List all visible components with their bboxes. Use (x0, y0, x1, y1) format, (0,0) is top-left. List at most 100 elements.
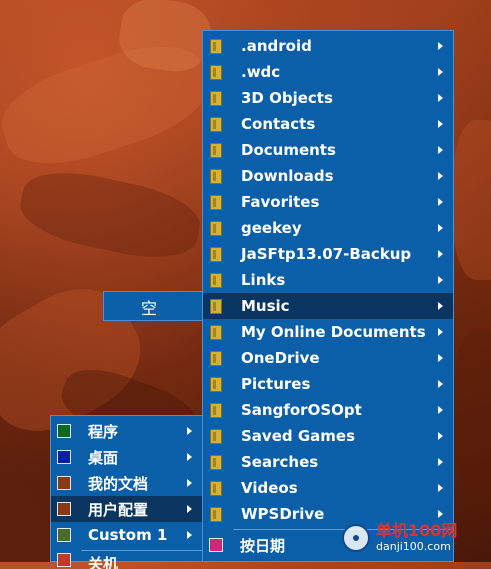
sort-by-date-label: 按日期 (240, 536, 286, 555)
submenu-arrow-icon (187, 531, 192, 539)
folder-icon (210, 194, 222, 210)
folder-icon (210, 220, 222, 236)
submenu-arrow-icon (438, 380, 443, 388)
submenu-arrow-icon (438, 120, 443, 128)
submenu-arrow-icon (438, 250, 443, 258)
folder-item-label: OneDrive (241, 349, 320, 367)
submenu-arrow-icon (438, 432, 443, 440)
submenu-arrow-icon (438, 172, 443, 180)
main-menu-item-label: 桌面 (88, 448, 119, 467)
folder-item-label: Saved Games (241, 427, 356, 445)
folder-icon (210, 324, 222, 340)
folder-item-label: Pictures (241, 375, 311, 393)
folder-item[interactable]: Favorites (203, 189, 453, 215)
folder-item[interactable]: Documents (203, 137, 453, 163)
folder-item[interactable]: My Online Documents (203, 319, 453, 345)
submenu-arrow-icon (438, 224, 443, 232)
main-menu-item-icon (57, 528, 71, 542)
empty-submenu: 空 (103, 291, 203, 321)
folder-item[interactable]: Saved Games (203, 423, 453, 449)
folder-item-label: SangforOSOpt (241, 401, 362, 419)
folder-item[interactable]: .android (203, 33, 453, 59)
folder-item[interactable]: OneDrive (203, 345, 453, 371)
submenu-arrow-icon (187, 427, 192, 435)
watermark-url: danji100.com (376, 540, 451, 553)
main-menu-item[interactable]: 桌面 (51, 444, 202, 470)
folder-icon (210, 142, 222, 158)
submenu-arrow-icon (438, 276, 443, 284)
folder-item-label: Searches (241, 453, 319, 471)
folder-icon (210, 376, 222, 392)
main-menu-item-icon (57, 502, 71, 516)
folder-item[interactable]: Searches (203, 449, 453, 475)
folder-icon (210, 350, 222, 366)
main-menu-item[interactable]: 程序 (51, 418, 202, 444)
folder-item-label: Downloads (241, 167, 334, 185)
folder-item[interactable]: 3D Objects (203, 85, 453, 111)
folder-item[interactable]: .wdc (203, 59, 453, 85)
main-menu-item-partial[interactable]: 关机 (51, 553, 202, 569)
folder-icon (210, 480, 222, 496)
submenu-arrow-icon (187, 505, 192, 513)
submenu-arrow-icon (438, 510, 443, 518)
folder-item[interactable]: Contacts (203, 111, 453, 137)
folder-item[interactable]: SangforOSOpt (203, 397, 453, 423)
folder-icon (210, 168, 222, 184)
folder-icon (210, 38, 222, 54)
main-menu-item[interactable]: 用户配置 (51, 496, 202, 522)
folder-item[interactable]: Pictures (203, 371, 453, 397)
folder-icon (210, 90, 222, 106)
folder-item[interactable]: Downloads (203, 163, 453, 189)
empty-label: 空 (140, 299, 157, 318)
folder-item-label: geekey (241, 219, 302, 237)
main-menu-item-label: 用户配置 (88, 500, 149, 519)
main-menu-item-label: 程序 (88, 422, 119, 441)
submenu-arrow-icon (438, 328, 443, 336)
folder-item[interactable]: Links (203, 267, 453, 293)
folder-item[interactable]: geekey (203, 215, 453, 241)
submenu-arrow-icon (438, 406, 443, 414)
folder-icon (210, 272, 222, 288)
watermark-name: 单机100网 (376, 521, 458, 540)
folder-icon (210, 402, 222, 418)
submenu-arrow-icon (438, 68, 443, 76)
shutdown-icon (57, 553, 71, 567)
folder-item-label: 3D Objects (241, 89, 333, 107)
submenu-arrow-icon (438, 484, 443, 492)
empty-item[interactable]: 空 (104, 294, 202, 320)
folder-submenu: .android .wdc 3D Objects Contacts Documents D… (202, 30, 454, 562)
submenu-arrow-icon (438, 458, 443, 466)
folder-item[interactable]: Videos (203, 475, 453, 501)
folder-item[interactable]: JaSFtp13.07-Backup (203, 241, 453, 267)
folder-item-label: .wdc (241, 63, 281, 81)
sort-by-date-icon (209, 538, 223, 552)
submenu-arrow-icon (187, 453, 192, 461)
folder-icon (210, 428, 222, 444)
submenu-arrow-icon (438, 354, 443, 362)
submenu-arrow-icon (438, 146, 443, 154)
main-menu-item-icon (57, 476, 71, 490)
folder-item-label: .android (241, 37, 312, 55)
folder-item-label: Music (241, 297, 290, 315)
submenu-arrow-icon (438, 42, 443, 50)
main-menu-item[interactable]: 我的文档 (51, 470, 202, 496)
folder-icon (210, 506, 222, 522)
menu-separator (81, 550, 202, 551)
folder-item-label: Documents (241, 141, 336, 159)
folder-item-label: Videos (241, 479, 298, 497)
folder-item-label: My Online Documents (241, 323, 426, 341)
main-menu-item-icon (57, 450, 71, 464)
folder-item-label: Favorites (241, 193, 320, 211)
main-menu-item[interactable]: Custom 1 (51, 522, 202, 548)
folder-icon (210, 454, 222, 470)
folder-item-label: Contacts (241, 115, 316, 133)
main-menu-item-icon (57, 424, 71, 438)
folder-item-label: WPSDrive (241, 505, 325, 523)
folder-item-label: JaSFtp13.07-Backup (241, 245, 412, 263)
main-menu-item-label: 我的文档 (88, 474, 149, 493)
folder-icon (210, 64, 222, 80)
folder-item[interactable]: Music (203, 293, 453, 319)
submenu-arrow-icon (438, 302, 443, 310)
folder-item-label: Links (241, 271, 286, 289)
folder-icon (210, 246, 222, 262)
